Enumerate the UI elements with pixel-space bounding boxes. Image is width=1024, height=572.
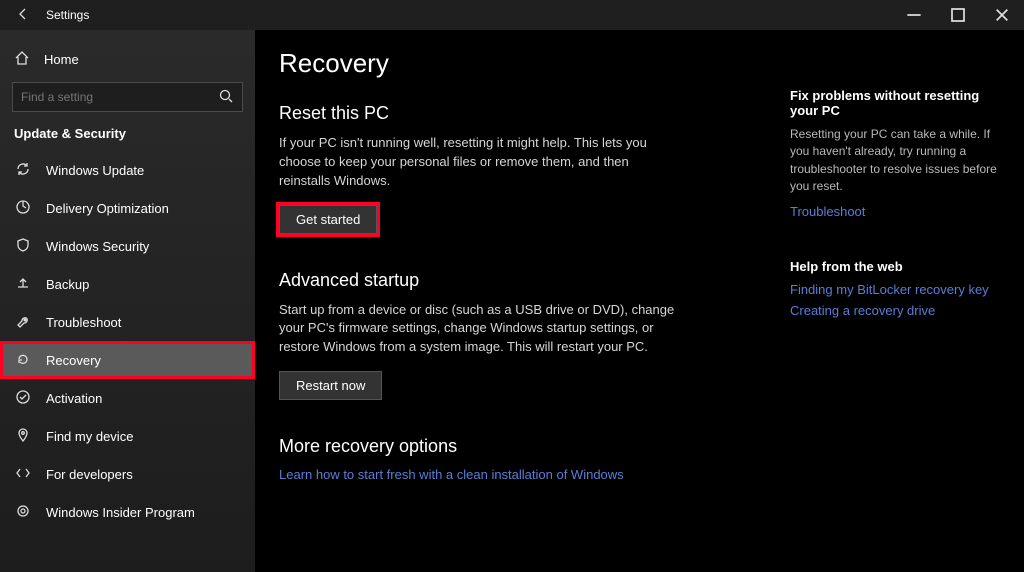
more-recovery-section: More recovery options Learn how to start… [279,436,779,482]
help-from-web-section: Help from the web Finding my BitLocker r… [790,259,1000,318]
reset-pc-title: Reset this PC [279,103,779,124]
close-button[interactable] [980,0,1024,30]
sidebar-item-for-developers[interactable]: For developers [0,455,255,493]
sidebar-item-label: For developers [46,467,133,482]
sidebar-item-label: Windows Insider Program [46,505,195,520]
main-panel: Recovery Reset this PC If your PC isn't … [255,30,1024,572]
fix-problems-title: Fix problems without resetting your PC [790,88,1000,118]
advanced-startup-section: Advanced startup Start up from a device … [279,270,779,401]
delivery-icon [14,199,32,218]
fix-problems-desc: Resetting your PC can take a while. If y… [790,126,1000,196]
sidebar-category-label: Update & Security [0,122,255,151]
reset-pc-section: Reset this PC If your PC isn't running w… [279,103,779,234]
developers-icon [14,465,32,484]
search-input[interactable] [21,90,202,104]
titlebar: Settings [0,0,1024,30]
sidebar-item-label: Windows Security [46,239,149,254]
sidebar-item-label: Activation [46,391,102,406]
troubleshoot-link[interactable]: Troubleshoot [790,204,1000,219]
window-title: Settings [46,8,89,22]
arrow-left-icon [15,6,31,22]
maximize-icon [950,7,966,23]
fix-problems-section: Fix problems without resetting your PC R… [790,88,1000,219]
sidebar-nav-list: Windows Update Delivery Optimization Win… [0,151,255,531]
search-box[interactable] [12,82,243,112]
sidebar-item-label: Find my device [46,429,133,444]
minimize-button[interactable] [892,0,936,30]
restart-now-button[interactable]: Restart now [279,371,382,400]
sidebar-home-label: Home [44,52,79,67]
sidebar: Home Update & Security Windows Update De… [0,30,255,572]
sidebar-item-home[interactable]: Home [0,40,255,78]
sidebar-item-troubleshoot[interactable]: Troubleshoot [0,303,255,341]
location-icon [14,427,32,446]
check-circle-icon [14,389,32,408]
back-button[interactable] [8,6,38,25]
sidebar-item-windows-insider-program[interactable]: Windows Insider Program [0,493,255,531]
wrench-icon [14,313,32,332]
page-title: Recovery [279,48,779,79]
sidebar-item-label: Troubleshoot [46,315,121,330]
close-icon [994,7,1010,23]
advanced-startup-desc: Start up from a device or disc (such as … [279,301,679,358]
sidebar-item-label: Delivery Optimization [46,201,169,216]
bitlocker-link[interactable]: Finding my BitLocker recovery key [790,282,1000,297]
more-recovery-title: More recovery options [279,436,779,457]
sidebar-item-windows-security[interactable]: Windows Security [0,227,255,265]
sidebar-item-delivery-optimization[interactable]: Delivery Optimization [0,189,255,227]
sidebar-item-label: Recovery [46,353,101,368]
advanced-startup-title: Advanced startup [279,270,779,291]
home-icon [14,50,30,69]
right-panel: Fix problems without resetting your PC R… [790,48,1000,572]
search-icon [218,88,234,107]
sidebar-item-backup[interactable]: Backup [0,265,255,303]
shield-icon [14,237,32,256]
reset-pc-desc: If your PC isn't running well, resetting… [279,134,679,191]
backup-icon [14,275,32,294]
sidebar-item-recovery[interactable]: Recovery [0,341,255,379]
maximize-button[interactable] [936,0,980,30]
recovery-icon [14,351,32,370]
sidebar-item-label: Backup [46,277,89,292]
get-started-button[interactable]: Get started [279,205,377,234]
help-from-web-title: Help from the web [790,259,1000,274]
sidebar-item-windows-update[interactable]: Windows Update [0,151,255,189]
start-fresh-link[interactable]: Learn how to start fresh with a clean in… [279,467,779,482]
sidebar-item-find-my-device[interactable]: Find my device [0,417,255,455]
sync-icon [14,161,32,180]
insider-icon [14,503,32,522]
recovery-drive-link[interactable]: Creating a recovery drive [790,303,1000,318]
sidebar-item-label: Windows Update [46,163,144,178]
minimize-icon [906,7,922,23]
sidebar-item-activation[interactable]: Activation [0,379,255,417]
